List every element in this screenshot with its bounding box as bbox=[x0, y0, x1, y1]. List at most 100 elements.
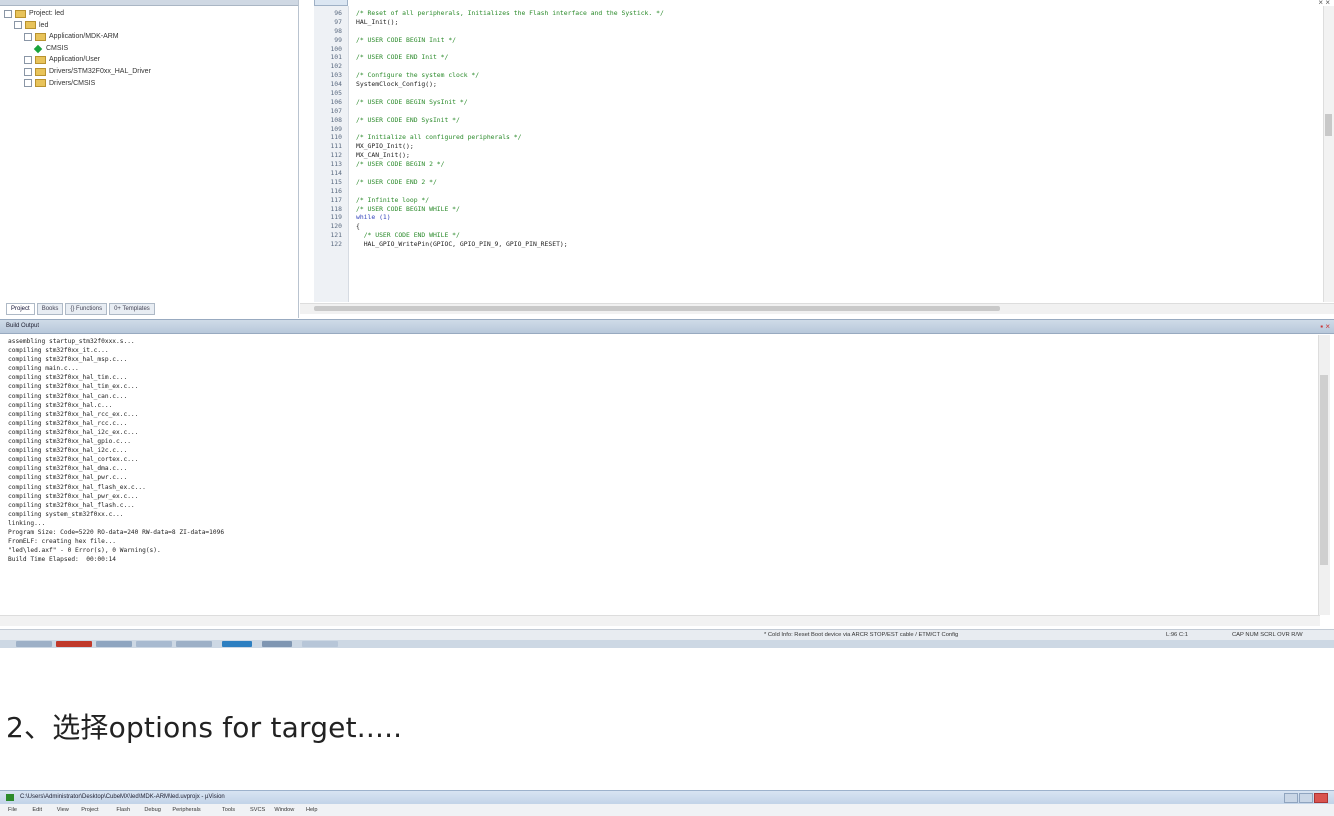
code-line[interactable]: 96 /* Reset of all peripherals, Initializ… bbox=[318, 9, 664, 18]
output-line: compiling stm32f0xx_hal_gpio.c... bbox=[8, 438, 131, 446]
tree-item[interactable]: led bbox=[4, 20, 151, 32]
close-icon[interactable] bbox=[1314, 793, 1328, 803]
code-text: SystemClock_Config(); bbox=[356, 80, 437, 89]
menu-item[interactable]: Project bbox=[81, 804, 98, 816]
code-line[interactable]: 111 MX_GPIO_Init(); bbox=[318, 142, 664, 151]
tree-item[interactable]: Drivers/STM32F0xx_HAL_Driver bbox=[4, 66, 151, 78]
menu-item[interactable]: Flash bbox=[116, 804, 130, 816]
line-number: 107 bbox=[330, 106, 342, 115]
output-line: linking... bbox=[8, 519, 46, 527]
build-output-header: Build Output ▪ × bbox=[0, 319, 1334, 334]
code-line[interactable]: 99 /* USER CODE BEGIN Init */ bbox=[318, 36, 664, 45]
project-pane-tabs: Project Books{} Functions 0+ Templates bbox=[6, 303, 155, 315]
code-line[interactable]: 115 /* USER CODE END 2 */ bbox=[318, 178, 664, 187]
output-horizontal-scrollbar[interactable] bbox=[0, 615, 1320, 626]
menu-item[interactable]: Debug bbox=[144, 804, 160, 816]
code-line[interactable]: 98 bbox=[318, 27, 664, 36]
scrollbar-thumb[interactable] bbox=[1320, 375, 1328, 565]
output-vertical-scrollbar[interactable] bbox=[1318, 335, 1330, 615]
close-icon[interactable]: ▪ × bbox=[1320, 320, 1330, 333]
expand-toggle-icon[interactable] bbox=[24, 56, 32, 65]
code-line[interactable]: 120 { bbox=[318, 222, 664, 231]
window-title: C:\Users\Administrator\Desktop\CubeMX\le… bbox=[20, 794, 225, 800]
taskbar-item[interactable] bbox=[96, 641, 132, 647]
code-line[interactable]: 101 /* USER CODE END Init */ bbox=[318, 53, 664, 62]
maximize-icon[interactable] bbox=[1299, 793, 1313, 803]
code-line[interactable]: 119 while (1) bbox=[318, 213, 664, 222]
expand-toggle-icon[interactable] bbox=[24, 67, 32, 76]
expand-toggle-icon[interactable] bbox=[14, 21, 22, 30]
tab-0[interactable]: Project bbox=[6, 303, 35, 315]
tab-3[interactable]: 0+ Templates bbox=[109, 303, 155, 315]
uvision-icon bbox=[6, 794, 14, 801]
line-number: 116 bbox=[330, 186, 342, 195]
code-line[interactable]: 110 /* Initialize all configured peripher… bbox=[318, 133, 664, 142]
taskbar-item[interactable] bbox=[136, 641, 172, 647]
editor-horizontal-scrollbar[interactable] bbox=[300, 303, 1334, 314]
code-line[interactable]: 116 bbox=[318, 187, 664, 196]
code-line[interactable]: 113 /* USER CODE BEGIN 2 */ bbox=[318, 160, 664, 169]
taskbar-item[interactable] bbox=[222, 641, 252, 647]
tree-item[interactable]: Drivers/CMSIS bbox=[4, 78, 151, 90]
menu-item[interactable]: Tools bbox=[222, 804, 235, 816]
code-editor[interactable]: × × 96/* Reset of all peripherals, Initi… bbox=[300, 0, 1334, 318]
taskbar-item[interactable] bbox=[176, 641, 212, 647]
taskbar-item[interactable] bbox=[16, 641, 52, 647]
code-text: MX_CAN_Init(); bbox=[356, 151, 410, 160]
code-line[interactable]: 107 bbox=[318, 107, 664, 116]
menu-item[interactable]: View bbox=[57, 804, 69, 816]
menu-item[interactable]: Help bbox=[306, 804, 318, 816]
code-line[interactable]: 97 HAL_Init(); bbox=[318, 18, 664, 27]
taskbar-item[interactable] bbox=[302, 641, 338, 647]
taskbar-item[interactable] bbox=[56, 641, 92, 647]
project-icon bbox=[15, 9, 26, 18]
expand-toggle-icon[interactable] bbox=[4, 9, 12, 18]
output-line: compiling stm32f0xx_hal_tim_ex.c... bbox=[8, 383, 139, 391]
menu-item[interactable]: Window bbox=[274, 804, 294, 816]
code-line[interactable]: 112 MX_CAN_Init(); bbox=[318, 151, 664, 160]
code-line[interactable]: 121 /* USER CODE END WHILE */ bbox=[318, 231, 664, 240]
code-line[interactable]: 109 bbox=[318, 125, 664, 134]
code-line[interactable]: 102 bbox=[318, 62, 664, 71]
output-line: compiling stm32f0xx_hal_tim.c... bbox=[8, 374, 128, 382]
line-number: 121 bbox=[330, 231, 342, 240]
menu-item[interactable]: SVCS bbox=[250, 804, 265, 816]
menu-item[interactable]: Peripherals bbox=[172, 804, 200, 816]
line-number: 122 bbox=[330, 240, 342, 249]
code-line[interactable]: 108 /* USER CODE END SysInit */ bbox=[318, 116, 664, 125]
tab-2[interactable]: {} Functions bbox=[65, 303, 108, 315]
code-line[interactable]: 103 /* Configure the system clock */ bbox=[318, 71, 664, 80]
output-line: compiling stm32f0xx_hal_can.c... bbox=[8, 392, 128, 400]
code-line[interactable]: 100 bbox=[318, 45, 664, 54]
minimize-icon[interactable] bbox=[1284, 793, 1298, 803]
taskbar-item[interactable] bbox=[262, 641, 292, 647]
tab-1[interactable]: Books bbox=[36, 303, 64, 315]
code-line[interactable]: 114 bbox=[318, 169, 664, 178]
code-line[interactable]: 105 bbox=[318, 89, 664, 98]
expand-toggle-icon[interactable] bbox=[24, 32, 32, 41]
code-lines[interactable]: 96 /* Reset of all peripherals, Initializ… bbox=[318, 9, 664, 249]
code-line[interactable]: 106 /* USER CODE BEGIN SysInit */ bbox=[318, 98, 664, 107]
scrollbar-thumb[interactable] bbox=[1325, 114, 1332, 136]
code-line[interactable]: 117 /* Infinite loop */ bbox=[318, 196, 664, 205]
scrollbar-thumb[interactable] bbox=[314, 306, 1000, 311]
code-line[interactable]: 104 SystemClock_Config(); bbox=[318, 80, 664, 89]
code-line[interactable]: 118 /* USER CODE BEGIN WHILE */ bbox=[318, 205, 664, 214]
project-tree: Project: led led Application/MDK-ARM CMSIS A… bbox=[4, 8, 151, 89]
menu-item[interactable]: Edit bbox=[32, 804, 42, 816]
green-diamond-icon bbox=[33, 44, 43, 53]
expand-toggle-icon[interactable] bbox=[24, 79, 32, 88]
code-line[interactable]: 122 HAL_GPIO_WritePin(GPIOC, GPIO_PIN_9,… bbox=[318, 240, 664, 249]
output-line: compiling stm32f0xx_hal_dma.c... bbox=[8, 465, 128, 473]
editor-vertical-scrollbar[interactable] bbox=[1323, 6, 1334, 302]
menu-item[interactable]: File bbox=[8, 804, 17, 816]
line-number: 99 bbox=[334, 35, 342, 44]
tree-item[interactable]: CMSIS bbox=[4, 43, 151, 55]
output-line: Build Time Elapsed: 00:00:14 bbox=[8, 556, 117, 564]
output-line: "led\led.axf" - 0 Error(s), 0 Warning(s)… bbox=[8, 547, 161, 555]
tree-item[interactable]: Application/User bbox=[4, 54, 151, 66]
tree-item[interactable]: Application/MDK-ARM bbox=[4, 31, 151, 43]
tree-item[interactable]: Project: led bbox=[4, 8, 151, 20]
code-text: while (1) bbox=[356, 213, 391, 222]
code-text: MX_GPIO_Init(); bbox=[356, 142, 414, 151]
